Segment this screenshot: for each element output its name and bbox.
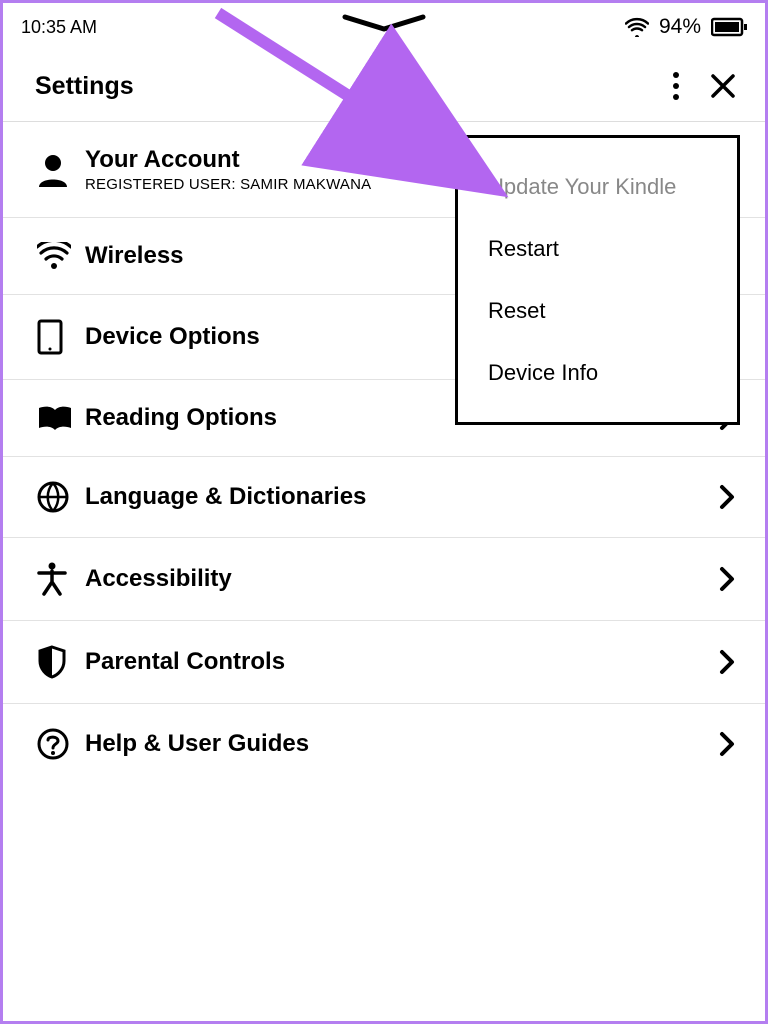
- chevron-right-icon: [719, 566, 735, 592]
- page-title: Settings: [35, 72, 134, 101]
- row-accessibility[interactable]: Accessibility: [3, 538, 765, 621]
- tablet-icon: [37, 319, 63, 355]
- battery-percentage: 94%: [659, 15, 701, 39]
- wifi-icon: [37, 242, 71, 270]
- row-title: Help & User Guides: [85, 730, 705, 758]
- row-title: Parental Controls: [85, 648, 705, 676]
- menu-item-device-info[interactable]: Device Info: [458, 342, 737, 404]
- help-icon: [37, 728, 69, 760]
- battery-icon: [711, 17, 747, 37]
- globe-icon: [37, 481, 69, 513]
- settings-header: Settings: [3, 47, 765, 121]
- menu-item-update[interactable]: Update Your Kindle: [458, 156, 737, 218]
- chevron-right-icon: [719, 731, 735, 757]
- more-menu-button[interactable]: [671, 71, 681, 101]
- row-language-dictionaries[interactable]: Language & Dictionaries: [3, 457, 765, 538]
- overflow-menu: Update Your Kindle Restart Reset Device …: [455, 135, 740, 425]
- status-time: 10:35 AM: [21, 17, 97, 38]
- accessibility-icon: [37, 562, 67, 596]
- shield-icon: [37, 645, 67, 679]
- pull-handle-icon: [339, 13, 429, 35]
- close-button[interactable]: [709, 72, 737, 100]
- menu-item-reset[interactable]: Reset: [458, 280, 737, 342]
- book-icon: [37, 404, 73, 432]
- chevron-right-icon: [719, 649, 735, 675]
- row-parental-controls[interactable]: Parental Controls: [3, 621, 765, 704]
- menu-item-restart[interactable]: Restart: [458, 218, 737, 280]
- row-title: Accessibility: [85, 565, 705, 593]
- chevron-right-icon: [719, 484, 735, 510]
- row-title: Language & Dictionaries: [85, 483, 705, 511]
- row-help-guides[interactable]: Help & User Guides: [3, 704, 765, 784]
- person-icon: [37, 153, 69, 187]
- wifi-icon: [625, 17, 649, 37]
